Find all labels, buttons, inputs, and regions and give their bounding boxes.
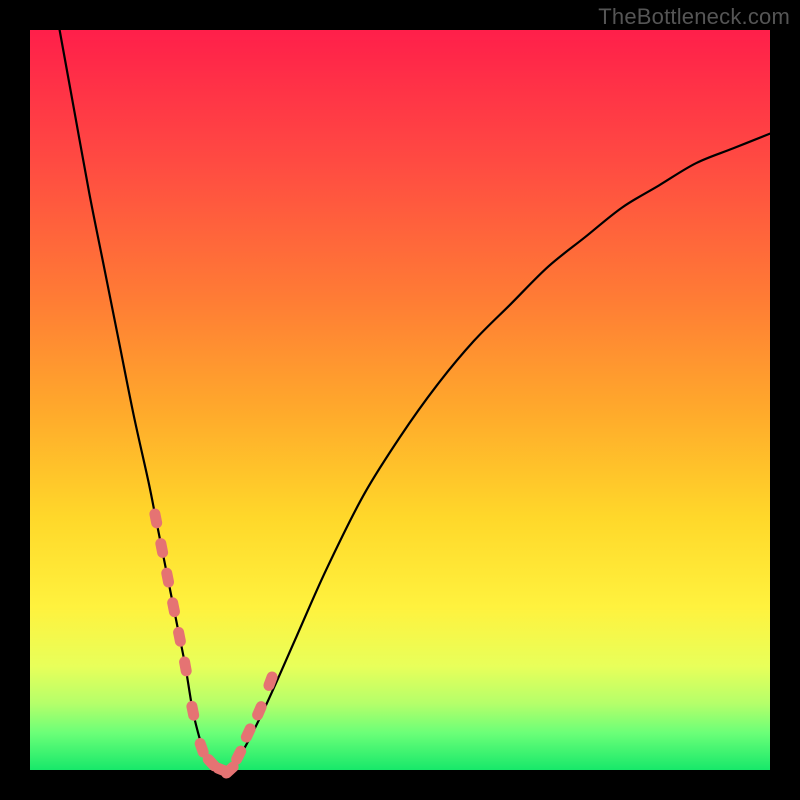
curve-marker	[172, 626, 187, 648]
marker-group	[148, 508, 279, 781]
curve-marker	[239, 722, 257, 745]
curve-marker	[178, 656, 192, 678]
bottleneck-curve	[60, 30, 770, 772]
curve-marker	[160, 567, 175, 589]
curve-marker	[185, 700, 200, 722]
chart-frame: TheBottleneck.com	[0, 0, 800, 800]
watermark-text: TheBottleneck.com	[598, 4, 790, 30]
chart-svg	[30, 30, 770, 770]
curve-marker	[250, 699, 268, 722]
curve-marker	[166, 596, 181, 618]
curve-marker	[148, 508, 163, 530]
curve-marker	[154, 537, 169, 559]
